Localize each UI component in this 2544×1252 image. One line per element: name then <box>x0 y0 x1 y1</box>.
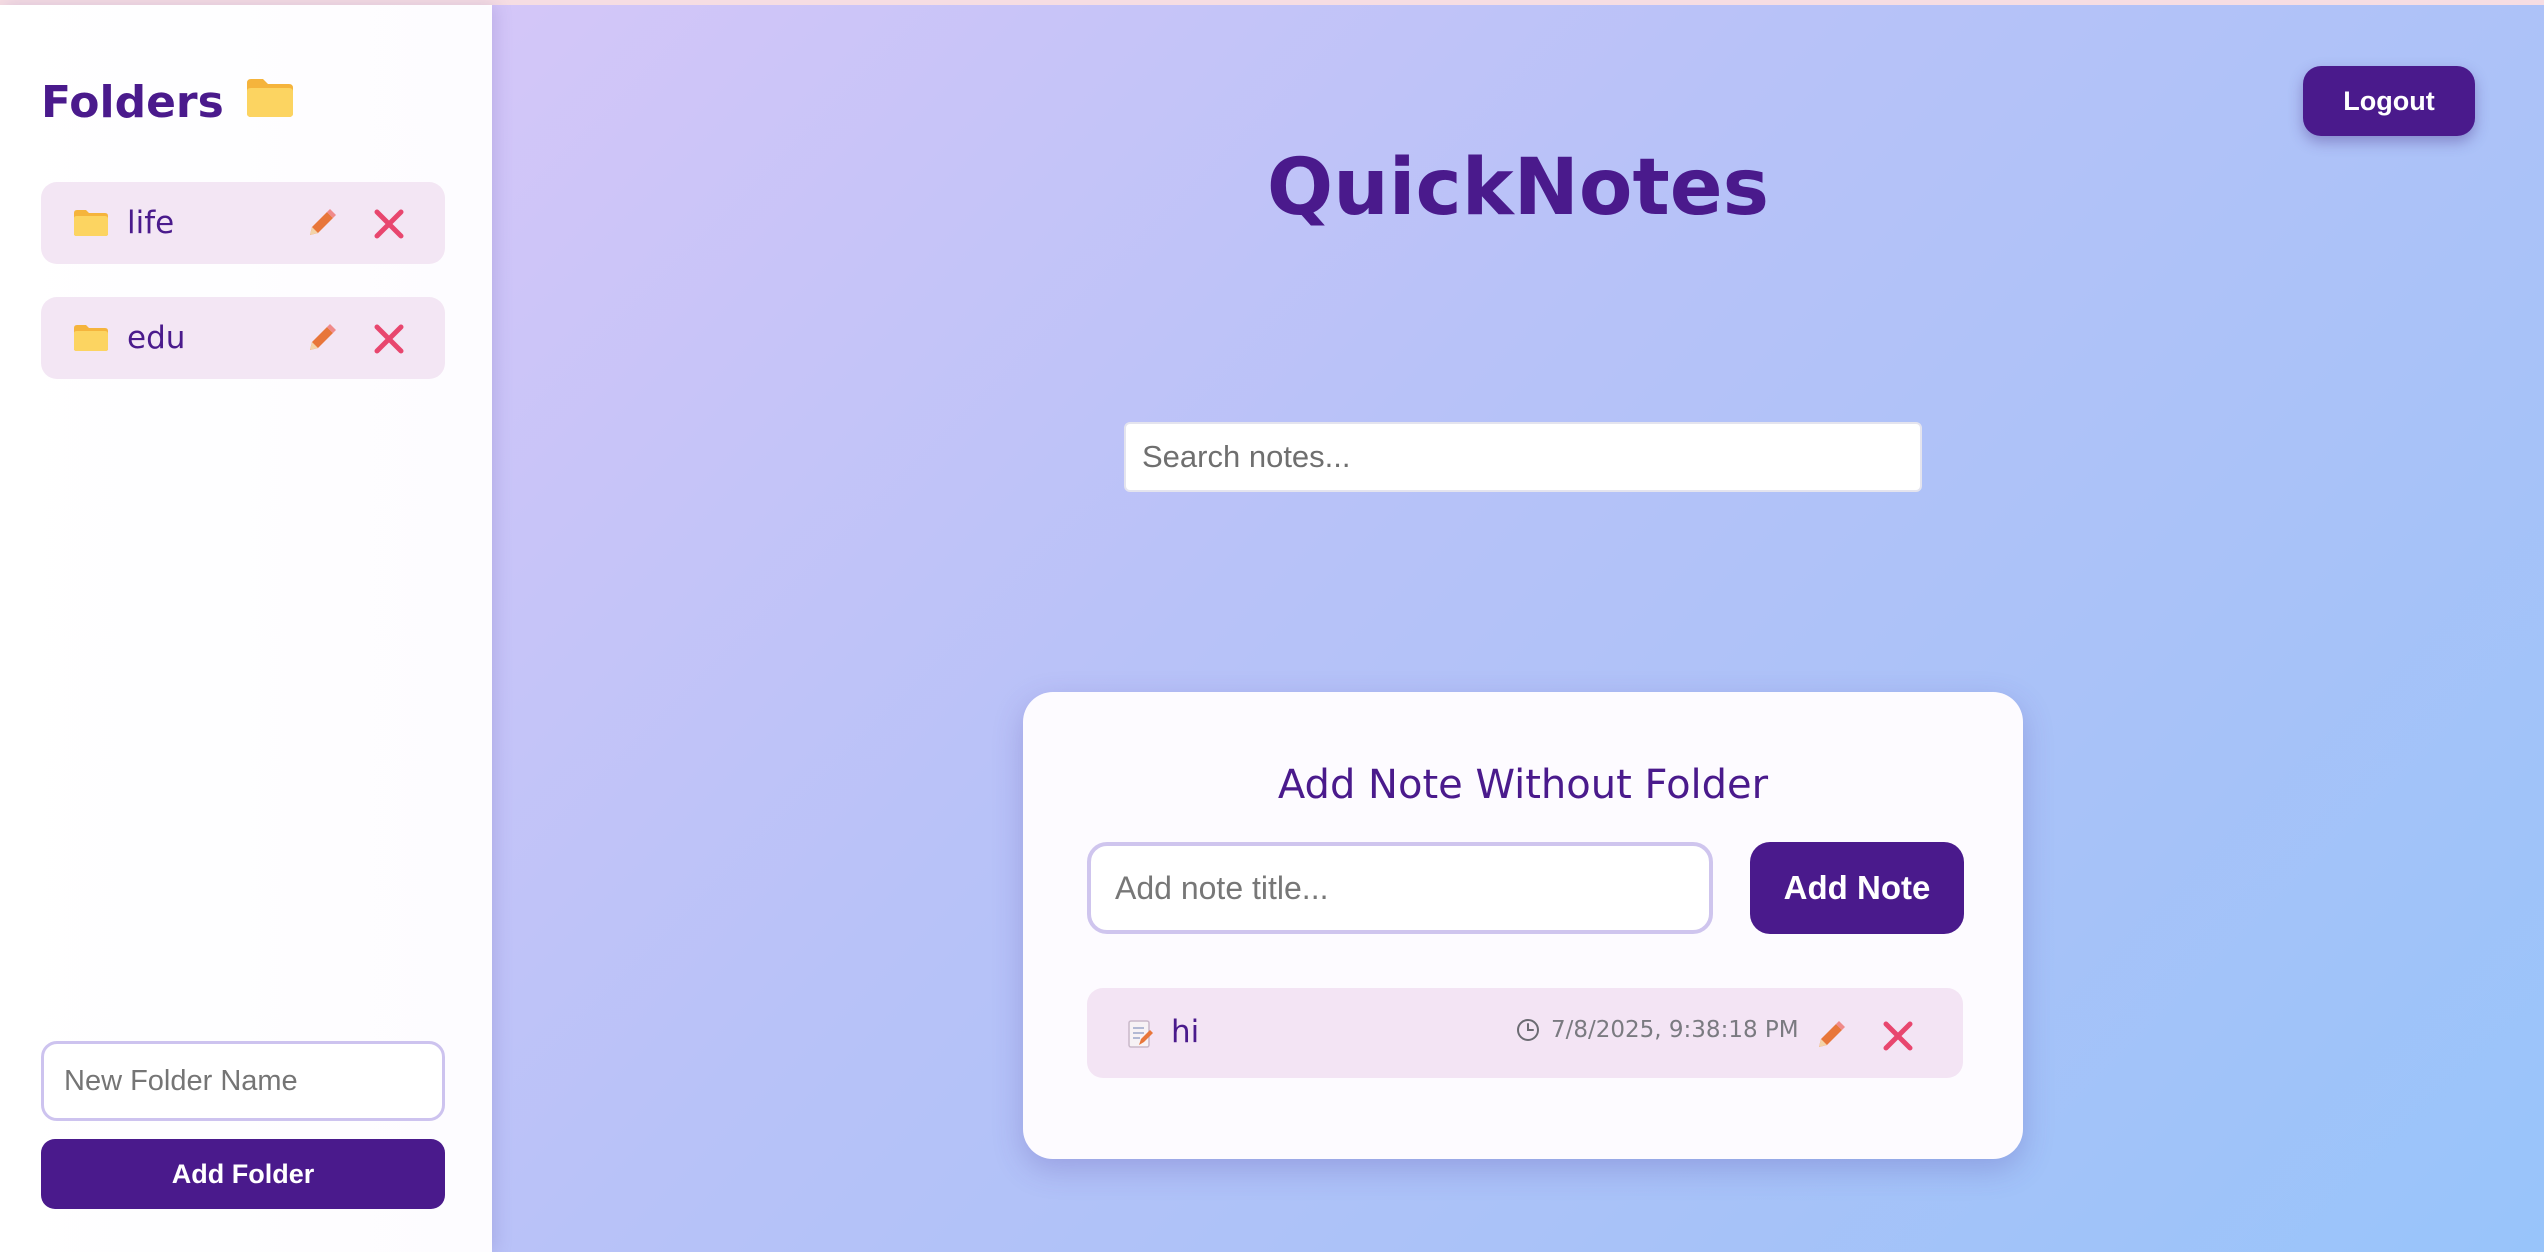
app-title: QuickNotes <box>1266 143 1770 233</box>
folder-icon <box>73 324 109 352</box>
folder-icon <box>73 209 109 237</box>
card-title: Add Note Without Folder <box>1277 762 1769 808</box>
note-timestamp: 7/8/2025, 9:38:18 PM <box>1551 1017 1799 1043</box>
folder-label: edu <box>127 320 186 356</box>
note-title-input[interactable] <box>1087 842 1713 934</box>
note-title: hi <box>1171 1014 1200 1050</box>
add-note-card: Add Note Without Folder Add Note hi <box>1023 692 2023 1159</box>
delete-folder-button[interactable] <box>371 206 407 242</box>
edit-folder-button[interactable] <box>303 206 339 242</box>
memo-icon <box>1127 1019 1153 1049</box>
edit-note-button[interactable] <box>1812 1018 1848 1054</box>
delete-folder-button[interactable] <box>371 321 407 357</box>
close-icon <box>1883 1021 1913 1051</box>
sidebar-title: Folders <box>41 75 296 130</box>
sidebar: Folders life edu New Folder Name Add Fol… <box>0 5 492 1252</box>
add-note-button[interactable]: Add Note <box>1750 842 1964 934</box>
main-area: Logout QuickNotes Add Note Without Folde… <box>492 5 2544 1252</box>
logout-button[interactable]: Logout <box>2303 66 2475 136</box>
pencil-icon <box>310 209 336 235</box>
add-folder-button[interactable]: Add Folder <box>41 1139 445 1209</box>
delete-note-button[interactable] <box>1880 1018 1916 1054</box>
clock-icon <box>1516 1018 1540 1042</box>
pencil-icon <box>310 324 336 350</box>
folder-item-life[interactable]: life <box>41 182 445 264</box>
edit-folder-button[interactable] <box>303 321 339 357</box>
folder-item-edu[interactable]: edu <box>41 297 445 379</box>
pencil-icon <box>1819 1021 1845 1047</box>
new-folder-input[interactable] <box>41 1041 445 1121</box>
sidebar-title-text: Folders <box>41 77 224 128</box>
close-icon <box>374 209 404 239</box>
note-item[interactable]: hi 7/8/2025, 9:38:18 PM <box>1087 988 1963 1078</box>
folder-label: life <box>127 205 175 241</box>
folder-icon <box>244 75 296 130</box>
search-input[interactable] <box>1124 422 1922 492</box>
close-icon <box>374 324 404 354</box>
